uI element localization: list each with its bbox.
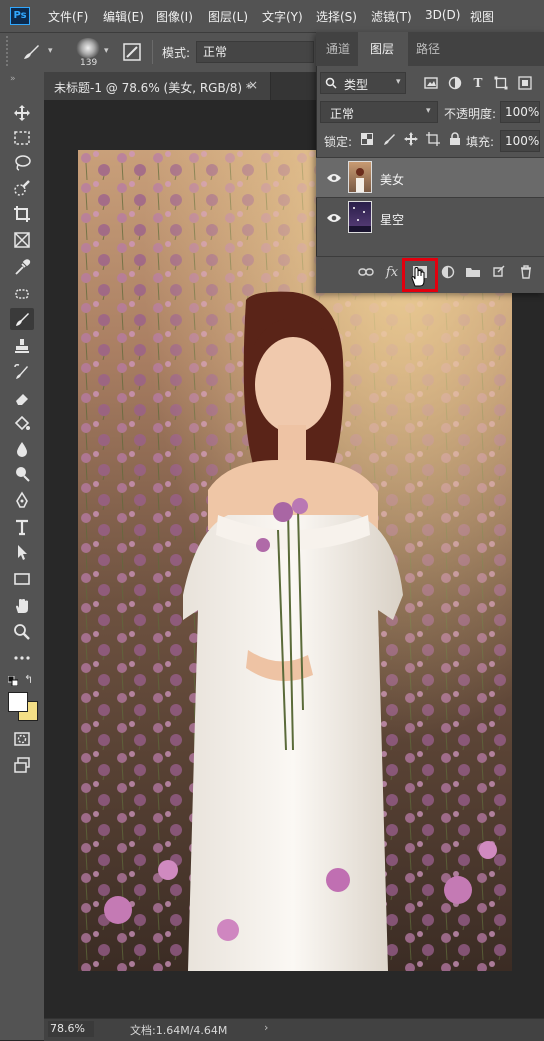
lock-label: 锁定: — [324, 135, 353, 149]
fill-label: 填充: — [466, 135, 495, 149]
layer-filter-label: 类型 — [344, 78, 369, 92]
tab-paths[interactable]: 路径 — [416, 40, 440, 57]
menu-edit[interactable]: 编辑(E) — [103, 8, 144, 25]
tab-strip — [270, 72, 316, 100]
menu-view[interactable]: 视图 — [470, 8, 494, 25]
pen-icon[interactable] — [10, 489, 34, 511]
stamp-icon[interactable] — [10, 335, 34, 357]
swap-colors-icon[interactable]: ↰ — [24, 673, 33, 686]
visibility-eye-icon[interactable] — [326, 172, 342, 184]
brush-preset-dropdown-icon[interactable]: ▾ — [48, 46, 53, 56]
history-brush-icon[interactable] — [10, 361, 34, 383]
brush-settings-dropdown-icon[interactable]: ▾ — [104, 46, 109, 56]
mode-label: 模式: — [162, 46, 191, 60]
chevron-down-icon: ▾ — [396, 77, 401, 87]
quick-select-icon[interactable] — [10, 177, 34, 199]
menu-file[interactable]: 文件(F) — [48, 8, 88, 25]
crop-icon[interactable] — [10, 203, 34, 225]
filter-type-icon[interactable]: T — [469, 74, 487, 92]
menu-layer[interactable]: 图层(L) — [208, 8, 248, 25]
brush-icon[interactable] — [10, 308, 34, 330]
layer-style-fx-icon[interactable]: fx — [382, 262, 402, 282]
foreground-color-swatch[interactable] — [8, 692, 28, 712]
fill-field[interactable]: 100% — [500, 130, 540, 152]
options-grip[interactable] — [6, 36, 14, 66]
photoshop-logo: Ps — [10, 7, 30, 25]
marquee-icon[interactable] — [10, 127, 34, 149]
tab-layers[interactable]: 图层 — [370, 40, 394, 57]
lock-artboard-icon[interactable] — [424, 130, 442, 148]
filter-shape-icon[interactable] — [492, 74, 510, 92]
filter-pixel-icon[interactable] — [422, 74, 440, 92]
menu-type[interactable]: 文字(Y) — [262, 8, 303, 25]
screen-mode-icon[interactable] — [10, 754, 34, 776]
filter-smart-object-icon[interactable] — [516, 74, 534, 92]
zoom-icon[interactable] — [10, 621, 34, 643]
path-select-icon[interactable] — [10, 541, 34, 563]
status-bar — [44, 1018, 544, 1041]
layer-name[interactable]: 星空 — [380, 211, 404, 228]
quick-mask-icon[interactable] — [10, 728, 34, 750]
opacity-label: 不透明度: — [444, 107, 497, 121]
status-menu-arrow-icon[interactable]: › — [264, 1021, 268, 1034]
lock-image-icon[interactable] — [380, 130, 398, 148]
type-icon[interactable] — [10, 516, 34, 538]
eraser-icon[interactable] — [10, 387, 34, 409]
document-size-info: 文档:1.64M/4.64M — [130, 1024, 228, 1037]
tab-channels[interactable]: 通道 — [326, 40, 350, 57]
new-group-folder-icon[interactable] — [463, 262, 483, 282]
search-icon — [325, 77, 337, 89]
collapse-toolbar-icon[interactable]: » — [10, 74, 16, 84]
more-icon[interactable] — [10, 647, 34, 669]
dodge-icon[interactable] — [10, 463, 34, 485]
add-adjustment-layer-icon[interactable] — [438, 262, 458, 282]
move-icon[interactable] — [10, 102, 34, 124]
lasso-icon[interactable] — [10, 152, 34, 174]
new-layer-icon[interactable] — [488, 262, 508, 282]
lock-transparent-icon[interactable] — [358, 130, 376, 148]
brush-size-value: 139 — [80, 58, 98, 68]
patch-icon[interactable] — [10, 283, 34, 305]
menu-3d[interactable]: 3D(D) — [425, 8, 460, 22]
document-tab-title[interactable]: 未标题-1 @ 78.6% (美女, RGB/8) * — [54, 79, 252, 96]
opacity-field[interactable]: 100% — [500, 101, 540, 123]
visibility-eye-icon[interactable] — [326, 212, 342, 224]
link-layers-icon[interactable] — [356, 262, 376, 282]
blur-icon[interactable] — [10, 438, 34, 460]
brush-tool-preset-icon[interactable] — [20, 42, 42, 62]
lock-position-icon[interactable] — [402, 130, 420, 148]
layer-name[interactable]: 美女 — [380, 171, 404, 188]
rectangle-icon[interactable] — [10, 568, 34, 590]
close-tab-icon[interactable]: × — [248, 78, 258, 92]
menu-filter[interactable]: 滤镜(T) — [371, 8, 412, 25]
brush-settings-panel-icon[interactable] — [122, 42, 142, 62]
menu-image[interactable]: 图像(I) — [156, 8, 193, 25]
paint-bucket-icon[interactable] — [10, 412, 34, 434]
default-colors-icon[interactable] — [7, 675, 19, 687]
hand-cursor-icon — [411, 266, 425, 287]
layer-thumbnail — [348, 201, 372, 233]
zoom-level-field[interactable]: 78.6% — [48, 1021, 94, 1037]
lock-all-icon[interactable] — [446, 130, 464, 148]
eyedropper-icon[interactable] — [10, 256, 34, 278]
delete-layer-trash-icon[interactable] — [516, 262, 536, 282]
filter-adjustment-icon[interactable] — [446, 74, 464, 92]
layer-thumbnail — [348, 161, 372, 193]
chevron-down-icon: ▾ — [426, 106, 431, 116]
hand-icon[interactable] — [10, 595, 34, 617]
menu-select[interactable]: 选择(S) — [316, 8, 357, 25]
frame-icon[interactable] — [10, 229, 34, 251]
mode-select[interactable]: 正常 — [196, 41, 314, 63]
options-divider — [152, 40, 153, 64]
blend-mode-value: 正常 — [330, 107, 355, 121]
brush-tip-preview[interactable] — [76, 38, 100, 58]
